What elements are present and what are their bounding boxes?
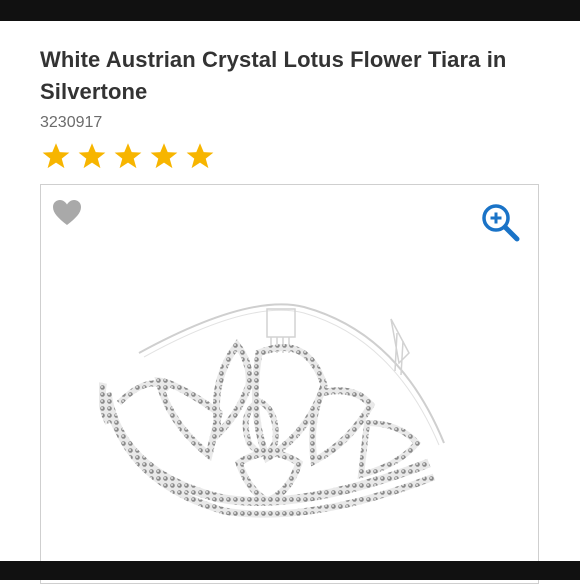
star-icon [150, 143, 178, 169]
heart-icon[interactable] [52, 199, 82, 227]
star-icon [114, 143, 142, 169]
zoom-in-icon[interactable] [479, 201, 523, 245]
product-title: White Austrian Crystal Lotus Flower Tiar… [40, 47, 507, 104]
tiara-image [99, 303, 445, 518]
star-rating [40, 142, 216, 170]
star-icon [78, 143, 106, 169]
star-icon [186, 143, 214, 169]
top-bar [0, 0, 580, 21]
product-image-frame[interactable] [40, 184, 539, 584]
product-sku: 3230917 [40, 114, 103, 131]
star-icon [42, 143, 70, 169]
bottom-bar [0, 561, 580, 580]
